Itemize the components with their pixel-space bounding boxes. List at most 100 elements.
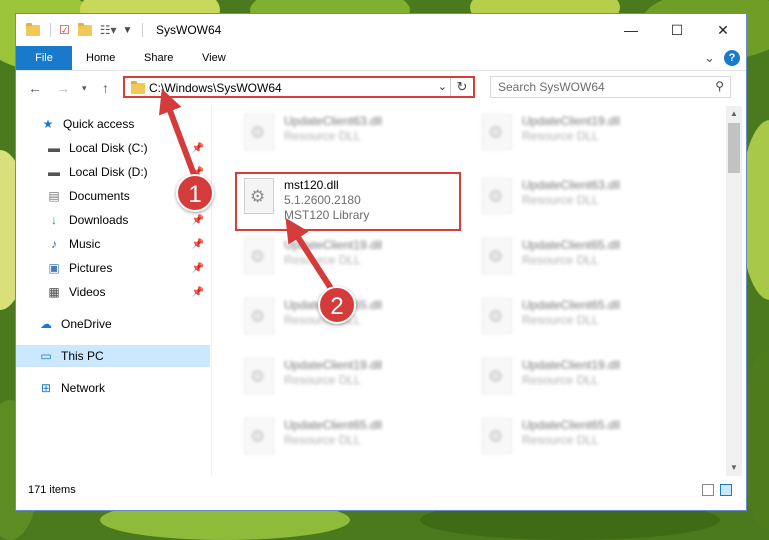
pictures-icon: ▣	[48, 261, 60, 275]
sidebar-item-label: Documents	[69, 189, 130, 203]
sidebar-item-label: Music	[69, 237, 101, 251]
dll-file-icon	[482, 298, 512, 334]
list-item[interactable]: UpdateClient63.dll Resource DLL	[236, 110, 436, 160]
chevron-down-icon[interactable]: ▼	[123, 25, 133, 36]
details-view-icon[interactable]	[702, 484, 714, 496]
dll-file-icon	[482, 178, 512, 214]
folder-icon	[131, 81, 145, 94]
sidebar-item-label: Videos	[69, 285, 106, 299]
sidebar-item-label: Quick access	[63, 117, 135, 131]
list-item[interactable]: UpdateClient19.dll Resource DLL	[236, 354, 436, 404]
search-icon: ⚲	[715, 79, 724, 93]
sidebar-item-label: Downloads	[69, 213, 129, 227]
sidebar-item-label: Network	[61, 381, 106, 395]
list-item[interactable]: UpdateClient19.dll Resource DLL	[474, 110, 674, 160]
sidebar-item-music[interactable]: ♪ Music 📌	[16, 233, 210, 255]
scroll-thumb[interactable]	[728, 123, 740, 173]
music-icon: ♪	[51, 237, 57, 251]
scroll-down-icon[interactable]: ▼	[726, 460, 742, 476]
minimize-button[interactable]: —	[608, 14, 654, 46]
dll-file-icon	[244, 238, 274, 274]
dll-file-icon	[482, 418, 512, 454]
documents-icon: ▤	[48, 189, 60, 203]
help-icon[interactable]: ?	[724, 50, 740, 66]
sidebar-item-local-disk-c[interactable]: ▬ Local Disk (C:) 📌	[16, 137, 210, 159]
address-bar[interactable]: C:\Windows\SysWOW64 ⌄ ↻	[123, 76, 475, 98]
new-folder-icon[interactable]	[77, 22, 92, 36]
refresh-button[interactable]: ↻	[450, 78, 473, 96]
list-item[interactable]: UpdateClient65.dll Resource DLL	[236, 414, 436, 464]
list-item[interactable]: UpdateClient19.dll Resource DLL	[236, 234, 436, 284]
list-item[interactable]: UpdateClient65.dll Resource DLL	[474, 414, 674, 464]
sidebar-item-label: Local Disk (C:)	[69, 141, 148, 155]
computer-icon: ▭	[40, 349, 52, 363]
scroll-up-icon[interactable]: ▲	[726, 106, 742, 122]
download-icon: ↓	[51, 213, 57, 227]
tab-view[interactable]: View	[202, 46, 226, 70]
up-button[interactable]: ↑	[102, 80, 109, 96]
sidebar-item-network[interactable]: ⊞ Network	[16, 377, 210, 399]
navigation-pane: ★ Quick access ▬ Local Disk (C:) 📌 ▬ Loc…	[16, 106, 210, 476]
properties-icon[interactable]: ☑	[59, 23, 70, 37]
ribbon-tabs: File Home Share View ⌄ ?	[16, 46, 746, 71]
pin-icon: 📌	[191, 214, 204, 226]
mst120-highlight-box	[235, 172, 461, 231]
sidebar-item-pictures[interactable]: ▣ Pictures 📌	[16, 257, 210, 279]
pin-icon: 📌	[191, 286, 204, 298]
sidebar-item-label: This PC	[61, 349, 104, 363]
maximize-button[interactable]: ☐	[654, 14, 700, 46]
dll-file-icon	[482, 238, 512, 274]
maximize-icon: ☐	[670, 21, 684, 38]
minimize-icon: —	[624, 22, 638, 38]
list-item[interactable]: UpdateClient19.dll Resource DLL	[474, 354, 674, 404]
sidebar-item-downloads[interactable]: ↓ Downloads 📌	[16, 209, 210, 231]
address-path[interactable]: C:\Windows\SysWOW64	[149, 81, 282, 95]
drive-icon: ▬	[48, 165, 60, 179]
pin-icon: 📌	[191, 238, 204, 250]
dll-file-icon	[244, 298, 274, 334]
list-item[interactable]: UpdateClient65.dll Resource DLL	[474, 234, 674, 284]
dll-file-icon	[244, 418, 274, 454]
list-item[interactable]: UpdateClient63.dll Resource DLL	[474, 174, 674, 224]
sidebar-item-videos[interactable]: ▦ Videos 📌	[16, 281, 210, 303]
file-list: UpdateClient63.dll Resource DLL mst120.d…	[212, 106, 726, 476]
sidebar-item-this-pc[interactable]: ▭ This PC	[16, 345, 210, 367]
pin-icon: 📌	[191, 142, 204, 154]
tab-share[interactable]: Share	[144, 46, 173, 70]
forward-button[interactable]: →	[56, 80, 70, 96]
dll-file-icon	[244, 114, 274, 150]
star-icon: ★	[42, 117, 54, 131]
quick-access-toolbar: ☑ ☷▾ ▼	[26, 21, 144, 39]
dll-file-icon	[244, 358, 274, 394]
sidebar-item-onedrive[interactable]: ☁ OneDrive	[16, 313, 210, 335]
vertical-scrollbar[interactable]: ▲ ▼	[726, 106, 742, 476]
close-button[interactable]: ✕	[700, 14, 746, 46]
list-item[interactable]: UpdateClient65.dll Resource DLL	[474, 294, 674, 344]
network-icon: ⊞	[40, 381, 52, 395]
explorer-window: ☑ ☷▾ ▼ SysWOW64 — ☐ ✕ File Home Share Vi…	[16, 14, 746, 510]
large-icons-view-icon[interactable]	[720, 484, 732, 496]
videos-icon: ▦	[48, 285, 60, 299]
folder-icon	[26, 22, 40, 36]
search-box[interactable]: Search SysWOW64 ⚲	[490, 76, 731, 98]
recent-locations-button[interactable]: ▾	[82, 83, 87, 94]
search-input[interactable]: Search SysWOW64	[498, 80, 605, 94]
title-bar: ☑ ☷▾ ▼ SysWOW64 — ☐ ✕	[16, 14, 746, 46]
tab-home[interactable]: Home	[86, 46, 115, 70]
step-1-badge: 1	[176, 174, 214, 212]
status-bar: 171 items	[16, 476, 746, 510]
close-icon: ✕	[717, 21, 729, 38]
step-2-badge: 2	[318, 286, 356, 324]
sidebar-item-quick-access[interactable]: ★ Quick access	[16, 113, 210, 135]
expand-ribbon-icon[interactable]: ⌄	[704, 46, 715, 70]
chevron-down-icon[interactable]: ⌄	[438, 80, 447, 93]
customize-icon[interactable]: ☷▾	[100, 23, 117, 37]
sidebar-item-label: OneDrive	[61, 317, 112, 331]
dll-file-icon	[482, 114, 512, 150]
sidebar-item-label: Pictures	[69, 261, 113, 275]
tab-file[interactable]: File	[16, 46, 72, 70]
drive-icon: ▬	[48, 141, 60, 155]
sidebar-item-label: Local Disk (D:)	[69, 165, 148, 179]
item-count: 171 items	[28, 484, 76, 496]
back-button[interactable]: ←	[28, 80, 42, 96]
